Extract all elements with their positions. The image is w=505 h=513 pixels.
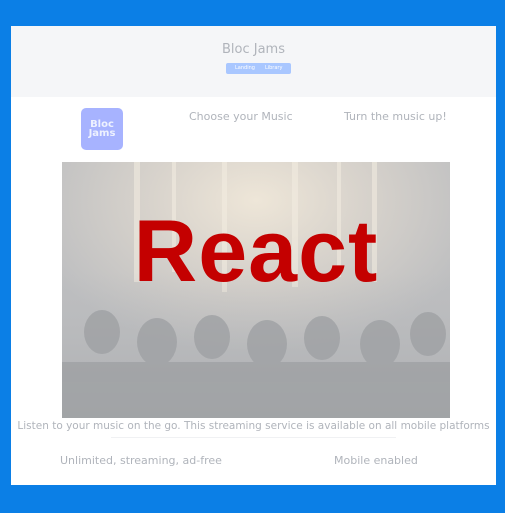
logo-line-2: Jams [88, 128, 116, 139]
divider [111, 437, 396, 438]
tagline: Listen to your music on the go. This str… [17, 420, 490, 432]
main-nav: Landing Library [226, 63, 292, 74]
page-frame: Bloc Jams Landing Library Bloc Jams Choo… [11, 26, 496, 485]
feature-mobile-enabled: Mobile enabled [334, 454, 418, 467]
site-header: Bloc Jams Landing Library [11, 26, 496, 97]
bloc-jams-logo: Bloc Jams [81, 108, 123, 150]
hero-image: React [62, 162, 450, 418]
react-overlay-text: React [133, 201, 379, 300]
feature-turn-music-up: Turn the music up! [344, 110, 447, 123]
feature-unlimited: Unlimited, streaming, ad-free [60, 454, 222, 467]
feature-choose-music: Choose your Music [189, 110, 293, 123]
nav-library-link[interactable]: Library [260, 63, 287, 74]
app-title: Bloc Jams [221, 42, 285, 57]
nav-landing-link[interactable]: Landing [230, 63, 260, 74]
